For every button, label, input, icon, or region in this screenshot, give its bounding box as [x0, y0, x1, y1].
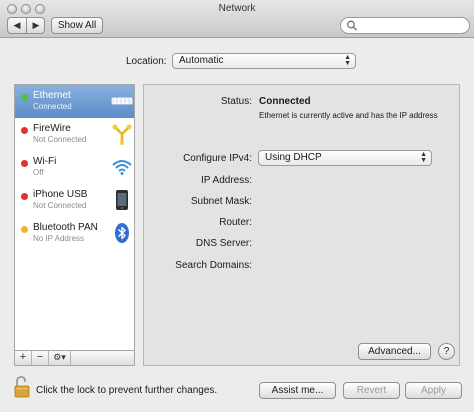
ip-address-label: IP Address:	[201, 175, 252, 186]
window-title: Network	[218, 3, 256, 14]
status-value: Connected	[259, 96, 311, 107]
wifi-icon	[112, 160, 132, 175]
service-item-ethernet[interactable]: Ethernet Connected	[15, 85, 134, 118]
ethernet-icon	[111, 97, 133, 105]
firewire-icon	[112, 124, 132, 145]
service-toolbar: + − ⚙▾	[14, 351, 135, 366]
configure-ipv4-value: Using DHCP	[265, 152, 322, 163]
status-dot	[21, 94, 28, 101]
status-label: Status:	[220, 96, 252, 107]
advanced-button[interactable]: Advanced...	[358, 343, 431, 360]
apply-button[interactable]: Apply	[405, 382, 462, 399]
configure-ipv4-popup[interactable]: Using DHCP ▲ ▼	[258, 150, 432, 166]
lock-icon[interactable]	[14, 376, 30, 398]
assist-me-button[interactable]: Assist me...	[259, 382, 336, 399]
bluetooth-icon	[115, 223, 129, 243]
back-forward-control: ◀ ▶	[7, 17, 45, 34]
location-value: Automatic	[179, 55, 224, 66]
service-item-firewire[interactable]: FireWire Not Connected	[15, 118, 134, 151]
gear-icon[interactable]: ⚙▾	[49, 351, 71, 365]
iphone-icon	[116, 190, 128, 210]
service-name: Wi-Fi	[33, 156, 57, 167]
popup-arrows-icon: ▲ ▼	[420, 151, 427, 164]
show-all-button[interactable]: Show All	[51, 17, 103, 34]
service-name: Ethernet	[33, 90, 71, 101]
configure-ipv4-label: Configure IPv4:	[183, 153, 252, 164]
subnet-mask-label: Subnet Mask:	[190, 196, 252, 207]
location-label: Location:	[126, 56, 167, 67]
revert-button[interactable]: Revert	[343, 382, 400, 399]
service-status: Not Connected	[33, 201, 87, 210]
add-service-button[interactable]: +	[15, 351, 32, 365]
service-status: Not Connected	[33, 135, 87, 144]
router-label: Router:	[219, 217, 252, 228]
service-status: Connected	[33, 102, 72, 111]
service-status: Off	[33, 168, 44, 177]
remove-service-button[interactable]: −	[32, 351, 49, 365]
search-domains-label: Search Domains:	[175, 260, 252, 271]
detail-panel	[143, 84, 460, 366]
service-name: Bluetooth PAN	[33, 222, 98, 233]
title-bar: Network ◀ ▶ Show All	[0, 0, 474, 38]
search-field[interactable]	[340, 17, 470, 34]
status-dot	[21, 226, 28, 233]
network-preferences-window: Network ◀ ▶ Show All Location: Automatic…	[0, 0, 474, 412]
popup-arrows-icon: ▲ ▼	[344, 54, 351, 67]
search-icon	[347, 20, 358, 31]
status-description: Ethernet is currently active and has the…	[259, 111, 438, 120]
help-button[interactable]: ?	[438, 343, 455, 360]
service-list: Ethernet Connected FireWire Not Connecte…	[14, 84, 135, 351]
lock-message: Click the lock to prevent further change…	[36, 385, 218, 396]
service-name: iPhone USB	[33, 189, 88, 200]
service-item-bluetooth-pan[interactable]: Bluetooth PAN No IP Address	[15, 217, 134, 250]
location-popup[interactable]: Automatic ▲ ▼	[172, 53, 356, 69]
service-name: FireWire	[33, 123, 71, 134]
service-item-iphone-usb[interactable]: iPhone USB Not Connected	[15, 184, 134, 217]
status-dot	[21, 127, 28, 134]
forward-button[interactable]: ▶	[27, 18, 45, 33]
service-item-wifi[interactable]: Wi-Fi Off	[15, 151, 134, 184]
status-dot	[21, 160, 28, 167]
dns-server-label: DNS Server:	[195, 238, 252, 249]
service-status: No IP Address	[33, 234, 84, 243]
back-button[interactable]: ◀	[8, 18, 26, 33]
status-dot	[21, 193, 28, 200]
